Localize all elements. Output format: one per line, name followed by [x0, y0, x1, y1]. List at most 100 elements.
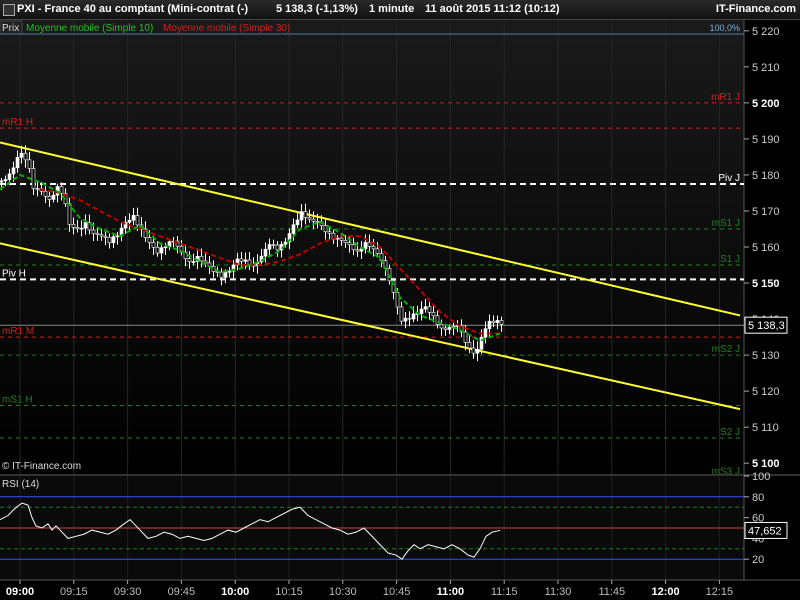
candle-body — [371, 246, 376, 250]
candle-body — [499, 320, 504, 325]
candle-body — [91, 229, 96, 234]
candle-body — [15, 157, 20, 169]
candle-body — [67, 203, 72, 225]
candle-body — [407, 317, 412, 320]
level-label: mR1 J — [711, 92, 740, 103]
time-tick-label: 09:30 — [114, 586, 142, 598]
candle-body — [463, 331, 468, 343]
watermark: © IT-Finance.com — [2, 461, 81, 472]
last-price-label: 5 138,3 — [748, 320, 785, 332]
candle-body — [83, 222, 88, 229]
time-tick-label: 11:15 — [491, 586, 518, 598]
candle-body — [343, 239, 348, 244]
candle-body — [71, 223, 76, 228]
candle-body — [491, 320, 496, 323]
time-tick-label: 11:30 — [545, 586, 572, 598]
price-tick-label: 5 220 — [752, 26, 780, 38]
candle-body — [403, 317, 408, 322]
candle-body — [31, 168, 36, 189]
price-tick-label: 5 120 — [752, 386, 780, 398]
candle-body — [127, 219, 132, 223]
rsi-title: RSI (14) — [2, 479, 39, 490]
candle-body — [147, 237, 152, 243]
candle-body — [199, 255, 204, 262]
candle-body — [19, 152, 24, 158]
candle-body — [35, 188, 40, 190]
level-label: mS1 H — [2, 395, 33, 406]
time-tick-label: 10:00 — [221, 586, 249, 598]
candle-body — [163, 246, 168, 249]
price-tick-label: 5 180 — [752, 170, 780, 182]
candle-body — [471, 347, 476, 354]
candle-body — [431, 312, 436, 317]
candle-body — [447, 327, 452, 330]
candle-body — [103, 235, 108, 238]
legend-prix[interactable]: Prix — [2, 23, 19, 34]
candle-body — [347, 242, 352, 245]
candle-body — [439, 324, 444, 329]
candle-body — [223, 272, 228, 278]
level-label: mS3 J — [712, 467, 740, 478]
legend-ma30[interactable]: Moyenne mobile (Simple 30) — [163, 23, 290, 34]
price-tick-label: 5 160 — [752, 242, 780, 254]
candle-body — [243, 259, 248, 262]
level-label: mR1 M — [2, 326, 34, 337]
price-tick-label: 5 210 — [752, 62, 780, 74]
candle-body — [323, 225, 328, 233]
candle-body — [411, 313, 416, 320]
candle-body — [339, 237, 344, 241]
candle-body — [375, 248, 380, 254]
candle-body — [239, 258, 244, 262]
candle-body — [443, 327, 448, 330]
candle-body — [135, 215, 140, 226]
candle-body — [423, 306, 428, 310]
candle-body — [219, 271, 224, 278]
level-label: S2 J — [720, 427, 740, 438]
candle-body — [275, 244, 280, 251]
candle-body — [115, 235, 120, 238]
price-tick-label: 5 190 — [752, 134, 780, 146]
candle-body — [467, 342, 472, 349]
candle-body — [419, 308, 424, 314]
time-tick-label: 10:15 — [275, 586, 303, 598]
candle-body — [151, 242, 156, 248]
percent-label: 100,0% — [709, 23, 740, 33]
rsi-tick-label: 100 — [752, 471, 770, 483]
candle-body — [303, 211, 308, 218]
candle-body — [107, 236, 112, 244]
candle-body — [487, 320, 492, 329]
candle-body — [311, 218, 316, 222]
candle-body — [299, 211, 304, 221]
price-tick-label: 5 200 — [752, 98, 780, 110]
candle-body — [351, 244, 356, 251]
time-tick-label: 09:00 — [6, 586, 34, 598]
candle-body — [111, 236, 116, 244]
price-tick-label: 5 110 — [752, 422, 779, 434]
time-tick-label: 09:15 — [60, 586, 88, 598]
legend-ma10[interactable]: Moyenne mobile (Simple 10) — [26, 23, 153, 34]
candle-body — [23, 152, 28, 161]
candle-body — [307, 217, 312, 220]
candle-body — [475, 348, 480, 354]
candle-body — [7, 173, 12, 180]
candle-body — [75, 227, 80, 230]
y-axis: 5 220 5 210 5 200 5 190 5 180 5 170 5 160 5 150… — [744, 26, 788, 566]
time-tick-label: 12:15 — [706, 586, 734, 598]
level-label: S1 J — [720, 254, 740, 265]
candle-body — [203, 260, 208, 264]
x-axis: 09:00 09:15 09:30 09:45 10:00 10:15 10:30 10:45… — [6, 580, 733, 598]
time-tick-label: 09:45 — [168, 586, 196, 598]
candle-body — [95, 232, 100, 235]
level-label: mS1 J — [712, 218, 740, 229]
time-tick-label: 11:00 — [437, 586, 465, 598]
rsi-value-label: 47,652 — [748, 525, 782, 537]
candle-body — [191, 261, 196, 263]
candle-body — [355, 249, 360, 252]
candle-body — [495, 320, 500, 323]
price-tick-label: 5 150 — [752, 278, 780, 290]
price-tick-label: 5 100 — [752, 458, 780, 470]
candle-body — [295, 219, 300, 226]
candle-body — [187, 258, 192, 262]
candle-body — [131, 215, 136, 221]
candle-body — [399, 306, 404, 322]
